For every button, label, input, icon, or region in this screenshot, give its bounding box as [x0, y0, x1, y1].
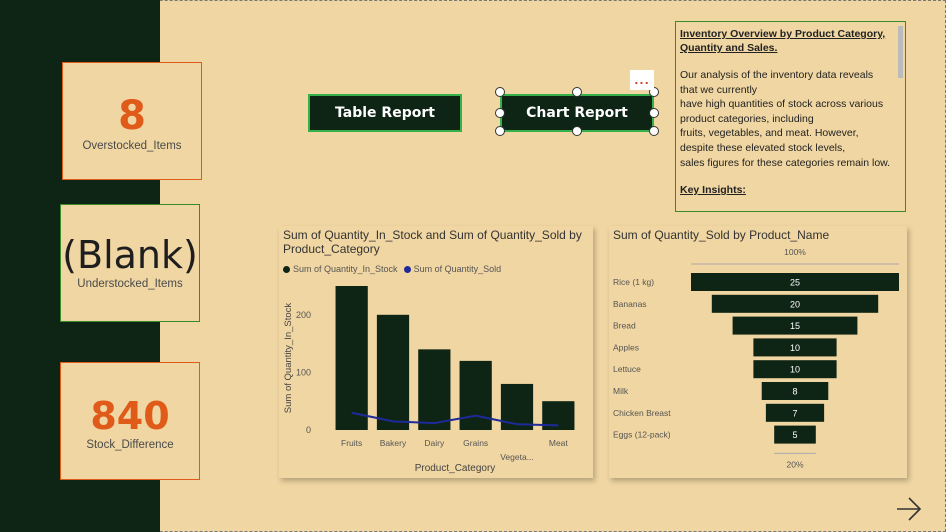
funnel-chart-svg: 100% Rice (1 kg) 25 Bananas 20 Bread 15 Apples 1…	[613, 247, 899, 469]
overstocked-value: 8	[118, 93, 146, 139]
x-tick-label: Fruits	[341, 438, 362, 448]
stock-difference-card: 840 Stock_Difference	[60, 362, 200, 480]
funnel-value-label: 7	[792, 408, 797, 418]
more-options-button[interactable]: ...	[630, 70, 654, 90]
y-tick-label: 200	[296, 310, 311, 320]
funnel-value-label: 5	[792, 430, 797, 440]
textbox-body-line: sales figures for these categories remai…	[680, 156, 891, 169]
funnel-category-label: Chicken Breast	[613, 408, 671, 418]
understocked-label: Understocked_Items	[77, 278, 183, 290]
funnel-value-label: 25	[790, 278, 800, 288]
bar-dairy	[418, 349, 451, 430]
funnel-value-label: 15	[790, 321, 800, 331]
funnel-bottom-label: 20%	[786, 459, 803, 469]
product-funnel-chart[interactable]: Sum of Quantity_Sold by Product_Name 100…	[609, 226, 907, 478]
textbox-body-line: fruits, vegetables, and meat. However,	[680, 127, 859, 140]
x-tick-label: Meat	[549, 438, 569, 448]
textbox-body-line: have high quantities of stock across var…	[680, 98, 884, 111]
bar-bakery	[376, 314, 410, 430]
combo-chart-svg: 0 100 200Sum of Quantity_In_Stock Fruits Bak…	[283, 286, 575, 474]
funnel-category-label: Apples	[613, 342, 639, 352]
funnel-category-label: Milk	[613, 386, 629, 396]
x-tick-label: Grains	[463, 438, 488, 448]
selection-handle[interactable]	[495, 126, 505, 136]
funnel-category-label: Bread	[613, 321, 636, 331]
understocked-card: (Blank) Understocked_Items	[60, 204, 200, 322]
textbox-scrollbar[interactable]	[898, 26, 903, 78]
funnel-category-label: Rice (1 kg)	[613, 277, 654, 287]
textbox-body-line: despite these elevated stock levels,	[680, 141, 846, 154]
key-insights-heading: Key Insights:	[680, 184, 746, 197]
selection-handle[interactable]	[572, 87, 582, 97]
funnel-category-label: Bananas	[613, 299, 647, 309]
x-tick-label: Dairy	[424, 438, 445, 448]
selection-handle[interactable]	[495, 108, 505, 118]
y-tick-label: 100	[296, 367, 311, 377]
overstocked-card: 8 Overstocked_Items	[62, 62, 202, 180]
selection-handle[interactable]	[649, 108, 659, 118]
selection-handle[interactable]	[572, 126, 582, 136]
funnel-value-label: 20	[790, 299, 800, 309]
bar-vegeta	[500, 383, 534, 430]
textbox-body-line: Our analysis of the inventory data revea…	[680, 69, 874, 81]
funnel-value-label: 8	[792, 387, 797, 397]
bar-fruits	[335, 286, 368, 430]
stock-difference-value: 840	[90, 394, 170, 438]
funnel-category-label: Eggs (12-pack)	[613, 430, 671, 440]
funnel-category-label: Lettuce	[613, 364, 641, 374]
stock-difference-label: Stock_Difference	[86, 439, 174, 451]
selection-handle[interactable]	[495, 87, 505, 97]
y-tick-label: 0	[306, 425, 311, 435]
textbox-body-line: that we currently	[680, 83, 758, 96]
table-report-button[interactable]: Table Report	[308, 94, 462, 132]
funnel-top-label: 100%	[784, 247, 806, 257]
understocked-value: (Blank)	[62, 233, 198, 277]
textbox-body-line: product categories, including	[680, 112, 814, 125]
overstocked-label: Overstocked_Items	[82, 140, 182, 152]
x-tick-label: Bakery	[380, 438, 407, 448]
textbox-body: Our analysis of the inventory data revea…	[680, 68, 891, 170]
category-combo-chart[interactable]: Sum of Quantity_In_Stock and Sum of Quan…	[279, 226, 593, 478]
x-tick-label: Vegeta...	[500, 452, 534, 462]
arrow-right-icon[interactable]	[894, 494, 924, 524]
funnel-value-label: 10	[790, 365, 800, 375]
x-axis-label: Product_Category	[415, 463, 496, 474]
funnel-value-label: 10	[790, 343, 800, 353]
inventory-overview-textbox[interactable]: Inventory Overview by Product Category, …	[675, 21, 906, 212]
textbox-title-line2: Quantity and Sales.	[680, 42, 778, 54]
y-axis-label: Sum of Quantity_In_Stock	[283, 303, 294, 414]
textbox-title-line1: Inventory Overview by Product Category,	[680, 28, 886, 40]
bar-grains	[459, 360, 492, 430]
selection-handle[interactable]	[649, 126, 659, 136]
